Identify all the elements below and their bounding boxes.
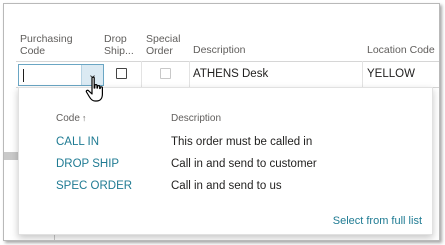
column-header-description[interactable]: Description bbox=[193, 44, 246, 56]
sort-ascending-icon: ↑ bbox=[81, 113, 87, 123]
lookup-header-code-label: Code bbox=[56, 113, 80, 124]
drop-ship-checkbox[interactable] bbox=[116, 68, 127, 79]
lookup-item-code[interactable]: DROP SHIP bbox=[56, 158, 119, 170]
special-order-checkbox bbox=[160, 68, 171, 79]
location-code-cell[interactable]: YELLOW bbox=[367, 68, 415, 80]
lookup-header-description[interactable]: Description bbox=[171, 113, 221, 124]
background-grid-edge bbox=[54, 234, 424, 240]
description-cell[interactable]: ATHENS Desk bbox=[193, 68, 268, 80]
column-header-location-code[interactable]: Location Code bbox=[367, 44, 435, 56]
lookup-item-code[interactable]: CALL IN bbox=[56, 136, 99, 148]
lookup-header-code[interactable]: Code ↑ bbox=[56, 113, 86, 124]
lookup-item-description[interactable]: Call in and send to customer bbox=[171, 158, 317, 170]
lookup-item-code[interactable]: SPEC ORDER bbox=[56, 180, 132, 192]
column-separator bbox=[189, 61, 190, 87]
column-separator bbox=[362, 61, 363, 87]
column-header-drop-ship[interactable]: Drop Ship... bbox=[104, 33, 138, 57]
header-divider bbox=[16, 61, 439, 62]
select-from-full-list-link[interactable]: Select from full list bbox=[333, 215, 422, 227]
lookup-item-description[interactable]: Call in and send to us bbox=[171, 180, 282, 192]
column-header-purchasing-code[interactable]: Purchasing Code bbox=[20, 33, 90, 57]
text-caret bbox=[23, 69, 24, 82]
column-header-special-order[interactable]: Special Order bbox=[146, 33, 186, 57]
lookup-item-description[interactable]: This order must be called in bbox=[171, 136, 312, 148]
purchasing-code-lookup-panel: Code ↑ Description CALL IN This order mus… bbox=[18, 87, 433, 235]
hand-pointer-icon bbox=[85, 76, 103, 102]
purchase-lines-window: Purchasing Code Drop Ship... Special Ord… bbox=[3, 3, 440, 241]
column-separator bbox=[141, 61, 142, 87]
